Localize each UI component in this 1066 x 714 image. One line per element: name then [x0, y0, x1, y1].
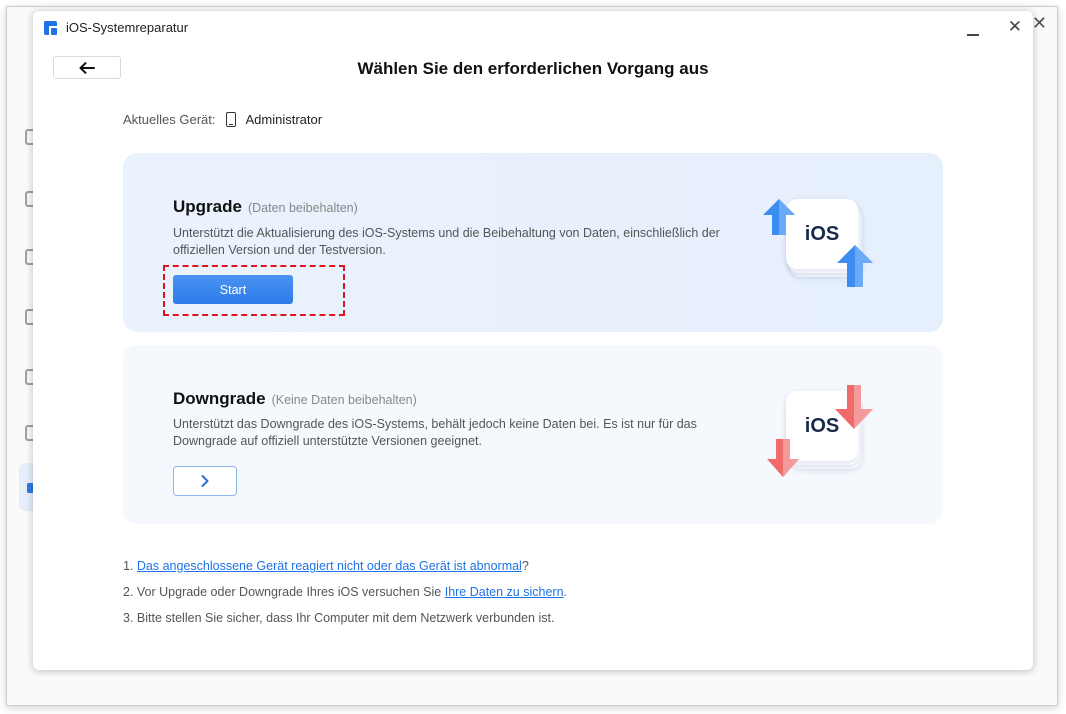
upgrade-card[interactable]: Upgrade (Daten beibehalten) Unterstützt d…: [123, 153, 943, 332]
downgrade-illustration: iOS: [761, 381, 891, 491]
downgrade-title: Downgrade (Keine Daten beibehalten): [173, 389, 417, 409]
note-2: 2. Vor Upgrade oder Downgrade Ihres iOS …: [123, 584, 567, 610]
note-1-prefix: 1.: [123, 559, 137, 573]
downgrade-subtitle: (Keine Daten beibehalten): [271, 393, 417, 407]
note-3: 3. Bitte stellen Sie sicher, dass Ihr Co…: [123, 611, 555, 625]
device-label: Aktuelles Gerät:: [123, 112, 216, 127]
downgrade-next-button[interactable]: [173, 466, 237, 496]
upgrade-title-text: Upgrade: [173, 197, 242, 216]
upgrade-description: Unterstützt die Aktualisierung des iOS-S…: [173, 226, 720, 257]
phone-icon: [225, 112, 236, 127]
up-arrow-icon: [763, 199, 795, 235]
current-device: Aktuelles Gerät: Administrator: [123, 112, 322, 127]
notes-list: 1. Das angeschlossene Gerät reagiert nic…: [123, 558, 567, 636]
close-icon[interactable]: ✕: [1008, 19, 1022, 36]
device-abnormal-link[interactable]: Das angeschlossene Gerät reagiert nicht …: [137, 559, 522, 573]
device-name: Administrator: [245, 112, 323, 127]
upgrade-subtitle: (Daten beibehalten): [247, 201, 358, 215]
background-close-icon[interactable]: ✕: [1032, 13, 1047, 34]
downgrade-title-text: Downgrade: [173, 389, 266, 408]
page-title: Wählen Sie den erforderlichen Vorgang au…: [357, 59, 709, 78]
title-bar: iOS-Systemreparatur ✕: [33, 11, 1033, 45]
note-1: 1. Das angeschlossene Gerät reagiert nic…: [123, 558, 567, 584]
start-button[interactable]: Start: [173, 275, 293, 304]
chevron-right-icon: [201, 475, 209, 487]
upgrade-illustration: iOS: [761, 189, 891, 299]
downgrade-card[interactable]: Downgrade (Keine Daten beibehalten) Unter…: [123, 345, 943, 524]
down-arrow-icon: [767, 439, 799, 477]
down-arrow-icon: [835, 385, 873, 429]
downgrade-description: Unterstützt das Downgrade des iOS-System…: [173, 417, 697, 448]
up-arrow-icon: [837, 245, 873, 287]
backup-data-link[interactable]: Ihre Daten zu sichern: [445, 585, 564, 599]
minimize-icon[interactable]: [967, 34, 979, 36]
note-1-suffix: ?: [521, 559, 529, 573]
note-2-suffix: .: [563, 585, 568, 599]
app-logo-icon: [44, 21, 58, 35]
note-2-prefix: 2. Vor Upgrade oder Downgrade Ihres iOS …: [123, 585, 445, 599]
upgrade-title: Upgrade (Daten beibehalten): [173, 197, 358, 217]
window-title: iOS-Systemreparatur: [66, 20, 189, 35]
repair-dialog: iOS-Systemreparatur ✕ Wählen Sie den erf…: [33, 11, 1033, 670]
